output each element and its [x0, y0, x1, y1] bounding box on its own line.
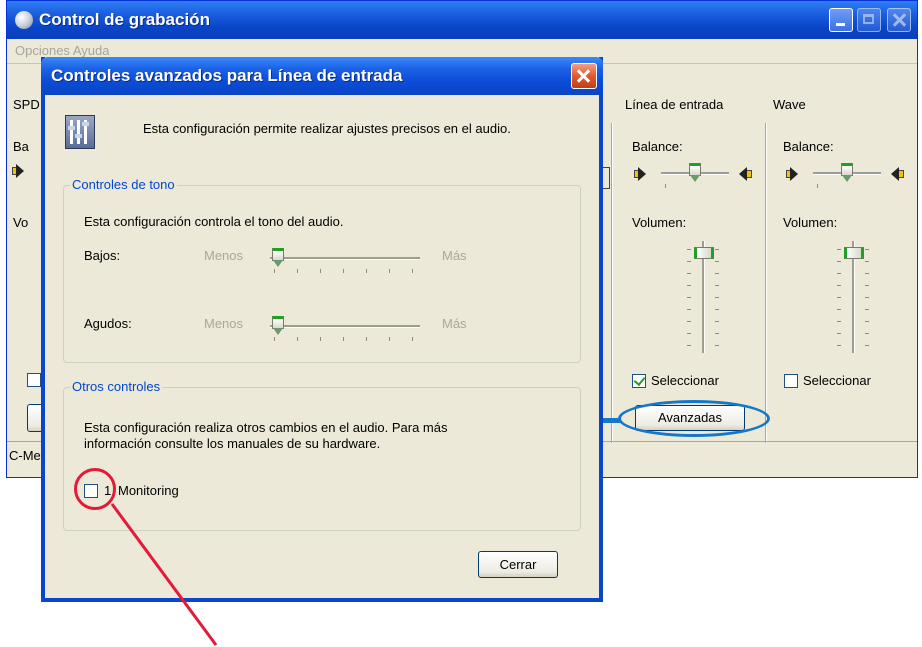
annotation-red-arrow	[110, 503, 218, 646]
